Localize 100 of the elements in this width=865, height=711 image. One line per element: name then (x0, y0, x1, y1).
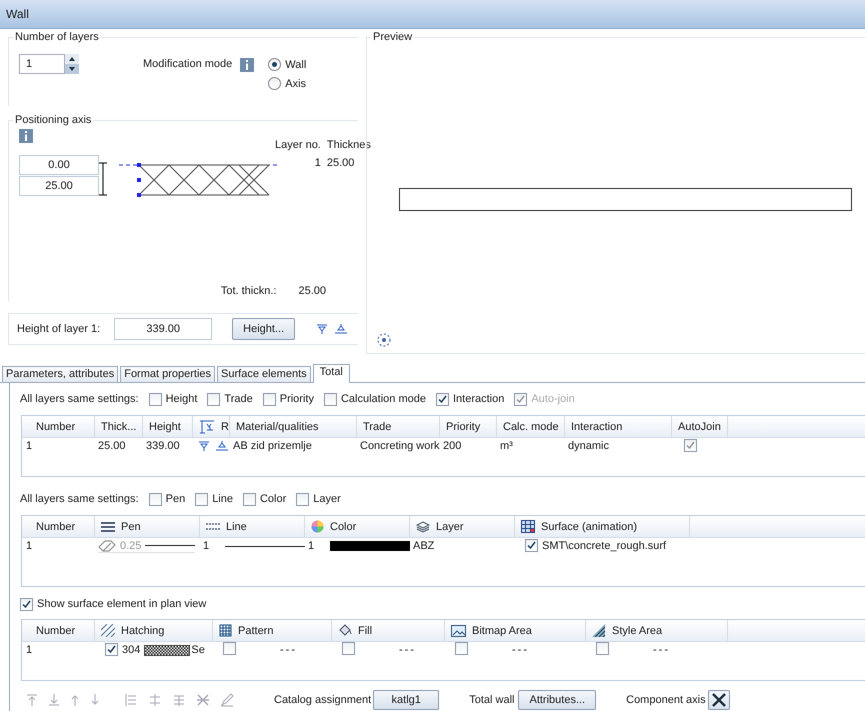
column-header[interactable]: Thick... (95, 416, 143, 437)
table-checkbox[interactable] (684, 438, 697, 454)
column-header: Layer no. (275, 139, 321, 151)
setting-checkbox[interactable]: Priority (262, 392, 314, 406)
total-value: 25.00 (298, 285, 326, 297)
split-layer-icon[interactable] (172, 693, 186, 707)
column-header[interactable]: Color (305, 516, 410, 537)
setting-checkbox[interactable]: Pen (148, 492, 186, 506)
hatched-area-icon (592, 624, 606, 637)
tab[interactable]: Total (312, 364, 350, 383)
table-cell: 1 (203, 540, 210, 552)
window-title: Wall (0, 0, 865, 29)
height-down-icon[interactable] (199, 441, 209, 451)
component-axis-label: Component axis (626, 694, 706, 706)
tools-icon (710, 692, 727, 708)
setting-checkbox[interactable]: Calculation mode (324, 392, 426, 406)
attributes-button[interactable]: Attributes... (518, 690, 596, 710)
setting-checkbox[interactable]: Height (148, 392, 198, 406)
column-header[interactable]: Number (22, 516, 95, 537)
setting-checkbox[interactable]: Interaction (436, 392, 504, 406)
info-icon[interactable] (19, 129, 33, 143)
column-header[interactable]: AutoJoin (672, 416, 728, 437)
column-header[interactable]: Layer (410, 516, 515, 537)
table-cell: 1 (308, 540, 314, 552)
mode-radio[interactable]: Wall (268, 58, 306, 71)
catalog-button[interactable]: katlg1 (373, 690, 440, 710)
table-checkbox[interactable] (105, 642, 118, 658)
table-checkbox[interactable] (525, 538, 538, 554)
check-icon (21, 598, 32, 610)
setting-checkbox[interactable]: Layer (296, 492, 341, 506)
column-header[interactable]: Trade (357, 416, 440, 437)
setting-checkbox[interactable]: Line (195, 492, 233, 506)
column-header[interactable]: Priority (440, 416, 497, 437)
offset-field[interactable]: 25.00 (19, 176, 99, 196)
add-layer-icon[interactable] (148, 693, 162, 707)
table-cell-text: 1 (25, 539, 34, 554)
offset-field[interactable]: 0.00 (19, 155, 99, 175)
column-header[interactable]: Pen (95, 516, 200, 537)
height-input[interactable]: 339.00 (114, 318, 212, 340)
column-header[interactable]: Surface (animation) (515, 516, 690, 537)
setting-checkbox[interactable]: Show surface element in plan view (20, 598, 206, 610)
image-icon (451, 624, 466, 636)
layer-height-icon (199, 420, 215, 434)
group-title: Number of layers (13, 31, 101, 43)
table-checkbox[interactable] (342, 642, 355, 658)
column-header[interactable]: Number (22, 620, 95, 641)
pencil-icon[interactable] (220, 693, 234, 707)
layers-input[interactable]: 1 (19, 54, 65, 74)
column-header[interactable]: Line (200, 516, 305, 537)
insert-layer-icon[interactable] (124, 693, 138, 707)
table-cell-text: Concreting work (359, 439, 440, 454)
color-wheel-icon (311, 520, 324, 533)
height-down-icon[interactable] (317, 324, 328, 334)
column-header[interactable]: Bitmap Area (445, 620, 586, 641)
table-cell-text: 200 (442, 439, 462, 454)
move-to-bottom-icon[interactable] (48, 694, 60, 706)
table-cell-text: dynamic (567, 439, 610, 454)
column-header[interactable]: Height (143, 416, 193, 437)
column-header[interactable]: Number (22, 416, 95, 437)
tab[interactable]: Parameters, attributes (2, 366, 118, 382)
table-checkbox[interactable] (223, 642, 236, 658)
delete-layer-icon[interactable] (196, 693, 210, 707)
column-header[interactable]: Hatching (95, 620, 213, 641)
hatching-icon (101, 624, 115, 637)
component-axis-button[interactable] (708, 690, 730, 710)
setting-checkbox[interactable]: Trade (207, 392, 253, 406)
column-header[interactable]: R (193, 416, 230, 437)
setting-checkbox[interactable]: Color (242, 492, 286, 506)
info-icon[interactable] (240, 58, 254, 72)
height-up-icon[interactable] (335, 324, 348, 334)
column-header[interactable]: Fill (332, 620, 445, 641)
check-icon (526, 540, 537, 550)
column-header[interactable]: Interaction (565, 416, 672, 437)
column-header[interactable]: Pattern (213, 620, 332, 641)
height-up-icon[interactable] (216, 441, 228, 451)
target-icon[interactable] (377, 333, 391, 347)
column-header: Thicknes (326, 139, 371, 151)
table-cell: 304 (122, 644, 140, 656)
column-header[interactable]: Material/qualities (230, 416, 357, 437)
table-cell: --- (399, 644, 416, 656)
table-checkbox[interactable] (455, 642, 468, 658)
table-cell: --- (653, 644, 670, 656)
mode-label: Modification mode (143, 58, 232, 72)
height-label: Height of layer 1: (17, 323, 100, 335)
mode-radio[interactable]: Axis (268, 77, 306, 90)
move-to-top-icon[interactable] (26, 694, 38, 706)
table-checkbox[interactable] (596, 642, 609, 658)
group-title: Positioning axis (13, 114, 94, 126)
column-header[interactable]: Style Area (586, 620, 728, 641)
table-cell-text: ABZ (412, 539, 436, 554)
pen-icon (98, 540, 116, 552)
settings-label: All layers same settings: (20, 393, 139, 405)
height-button[interactable]: Height... (232, 318, 296, 340)
tab[interactable]: Surface elements (217, 366, 311, 382)
table-cell-text: 1 (25, 439, 34, 454)
tab[interactable]: Format properties (120, 366, 216, 382)
layer-thickness: 25.00 (326, 157, 356, 169)
total-wall-label: Total wall (469, 694, 514, 706)
line-sample (145, 545, 196, 546)
column-header[interactable]: Calc. mode (497, 416, 565, 437)
